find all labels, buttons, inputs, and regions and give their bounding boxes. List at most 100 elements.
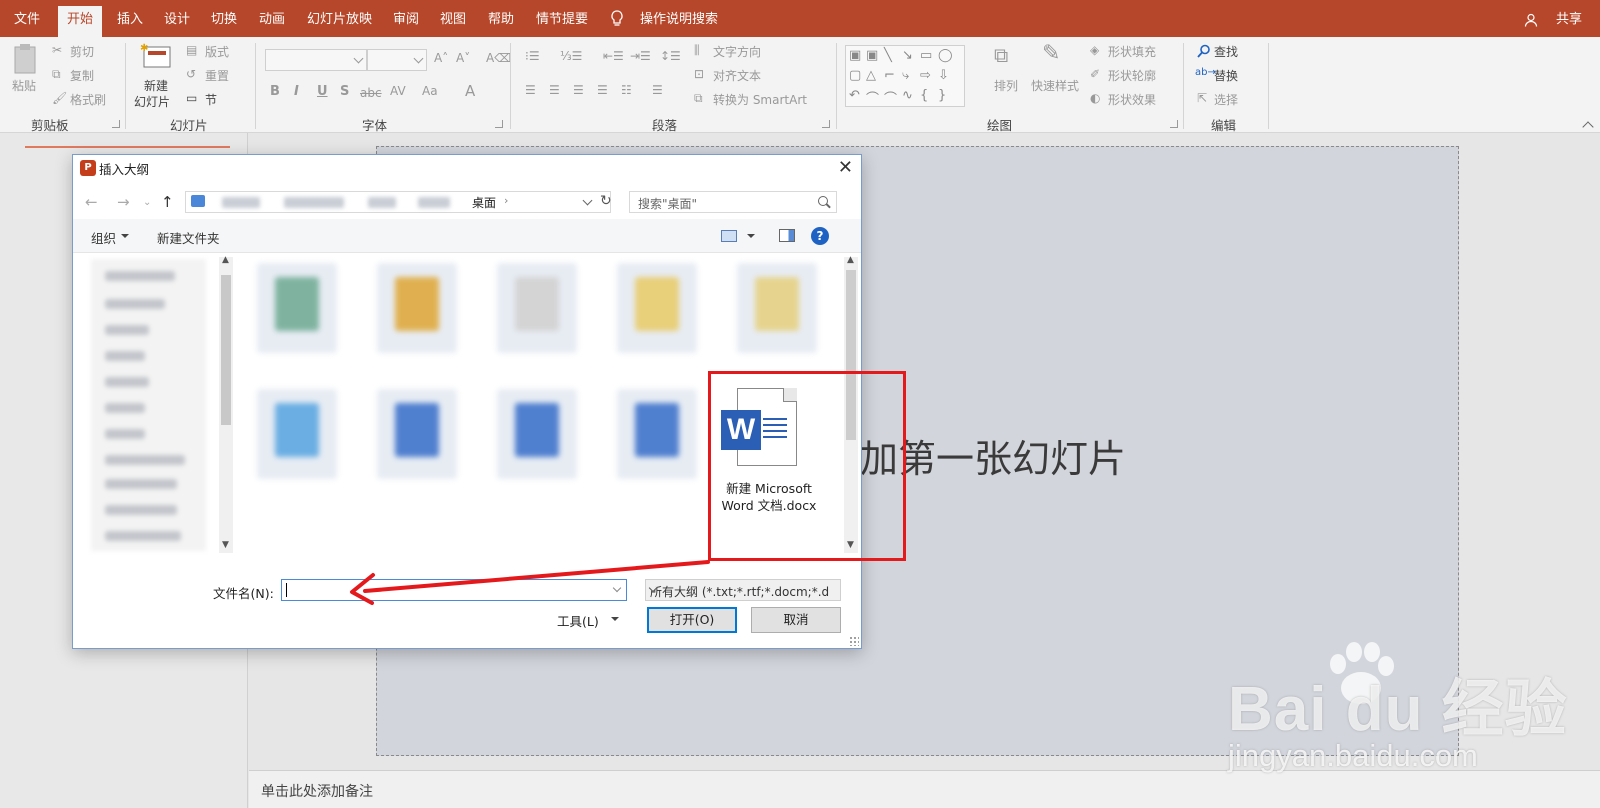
tab-home[interactable]: 开始 xyxy=(58,6,103,37)
tell-me-search[interactable]: 操作说明搜索 xyxy=(640,0,718,37)
preview-pane-icon[interactable] xyxy=(779,229,795,242)
oval-shape-icon[interactable]: ◯ xyxy=(938,48,953,63)
address-bar[interactable]: 桌面 › ↻ xyxy=(185,191,612,213)
tab-animations[interactable]: 动画 xyxy=(259,0,285,37)
replace-button[interactable]: 替换 xyxy=(1214,67,1238,84)
align-right-icon[interactable]: ☰ xyxy=(573,83,584,97)
tab-storyboard[interactable]: 情节提要 xyxy=(536,0,588,37)
new-slide-label-1[interactable]: 新建 xyxy=(144,77,168,94)
rectangle-shape-icon[interactable]: ▭ xyxy=(920,48,932,63)
up-arrow-icon[interactable]: ↑ xyxy=(161,193,174,211)
numbering-icon[interactable]: ⅓☰ xyxy=(560,49,582,63)
curve-shape-icon[interactable]: ↶ xyxy=(849,88,860,103)
select-button[interactable]: 选择 xyxy=(1214,91,1238,108)
font-launcher[interactable] xyxy=(495,120,503,128)
decrease-indent-icon[interactable]: ⇤☰ xyxy=(603,49,624,63)
help-icon[interactable]: ? xyxy=(811,227,829,245)
new-folder-button[interactable]: 新建文件夹 xyxy=(157,228,220,247)
change-view-icon[interactable] xyxy=(721,230,737,242)
nav-pane-scroll-thumb[interactable] xyxy=(221,275,231,425)
recent-locations-icon[interactable]: ⌄ xyxy=(143,197,151,208)
arc-shape-icon[interactable]: ⌒ xyxy=(884,88,897,107)
collapse-ribbon-icon[interactable] xyxy=(1582,121,1594,133)
address-dropdown-icon[interactable] xyxy=(582,195,593,206)
clipboard-launcher[interactable] xyxy=(112,120,120,128)
file-type-filter[interactable]: 所有大纲 (*.txt;*.rtf;*.docm;*.d xyxy=(645,579,841,601)
increase-indent-icon[interactable]: ⇥☰ xyxy=(630,49,651,63)
tools-button[interactable]: 工具(L) xyxy=(557,611,599,630)
underline-icon[interactable]: U xyxy=(317,84,328,99)
change-case-icon[interactable]: Aa xyxy=(422,84,438,98)
navigation-pane[interactable] xyxy=(91,259,206,551)
quick-styles-button[interactable]: 快速样式 xyxy=(1031,77,1079,94)
breadcrumb-current[interactable]: 桌面 xyxy=(472,194,496,211)
paragraph-launcher[interactable] xyxy=(822,120,830,128)
line-spacing-icon[interactable]: ↕☰ xyxy=(660,49,681,63)
tab-help[interactable]: 帮助 xyxy=(488,0,514,37)
tab-view[interactable]: 视图 xyxy=(440,0,466,37)
shape-outline-button[interactable]: 形状轮廓 xyxy=(1108,67,1156,84)
line-shape-icon[interactable]: ╲ xyxy=(884,48,892,63)
copy-button[interactable]: 复制 xyxy=(70,67,94,84)
tab-transitions[interactable]: 切换 xyxy=(211,0,237,37)
tab-file[interactable]: 文件 xyxy=(14,0,40,37)
close-button[interactable]: ✕ xyxy=(838,155,853,181)
down-arrow-shape-icon[interactable]: ⇩ xyxy=(938,68,949,83)
paste-button[interactable]: 粘贴 xyxy=(12,77,36,94)
resize-grip-icon[interactable] xyxy=(849,636,859,646)
shapes-gallery[interactable]: ▣ ▣ ╲ ↘ ▭ ◯ ▢ △ ⌐ ⤷ ⇨ ⇩ ↶ ⌒ ⌒ ∿ { } xyxy=(845,45,965,107)
elbow-connector-shape-icon[interactable]: ⤷ xyxy=(902,68,909,83)
shape-effects-button[interactable]: 形状效果 xyxy=(1108,91,1156,108)
right-brace-shape-icon[interactable]: } xyxy=(938,88,946,103)
columns-icon[interactable]: ☰ xyxy=(652,83,663,97)
connector-shape-icon[interactable]: ⌐ xyxy=(884,68,895,83)
arrange-button[interactable]: 排列 xyxy=(994,77,1018,94)
font-color-icon[interactable]: A xyxy=(465,82,475,100)
find-button[interactable]: 查找 xyxy=(1214,43,1238,60)
rounded-rect-shape-icon[interactable]: ▢ xyxy=(849,68,861,83)
tab-design[interactable]: 设计 xyxy=(164,0,190,37)
tools-dropdown-icon[interactable] xyxy=(611,617,619,621)
organize-dropdown-icon[interactable] xyxy=(121,234,129,238)
align-left-icon[interactable]: ☰ xyxy=(525,83,536,97)
layout-button[interactable]: 版式 xyxy=(205,43,229,60)
right-arrow-shape-icon[interactable]: ⇨ xyxy=(920,68,931,83)
bullets-icon[interactable]: ⁝☰ xyxy=(525,49,540,63)
distributed-icon[interactable]: ☷ xyxy=(621,83,632,97)
nav-scroll-up-icon[interactable]: ▲ xyxy=(222,255,229,265)
smartart-button[interactable]: 转换为 SmartArt xyxy=(713,91,807,108)
filename-dropdown-icon[interactable] xyxy=(612,583,622,593)
vertical-textbox-shape-icon[interactable]: ▣ xyxy=(866,48,878,63)
justify-icon[interactable]: ☰ xyxy=(597,83,608,97)
arrow-line-shape-icon[interactable]: ↘ xyxy=(902,48,913,63)
text-direction-button[interactable]: 文字方向 xyxy=(713,43,761,60)
forward-arrow-icon[interactable]: → xyxy=(117,193,130,211)
tab-review[interactable]: 审阅 xyxy=(393,0,419,37)
triangle-shape-icon[interactable]: △ xyxy=(866,68,876,83)
format-painter-button[interactable]: 格式刷 xyxy=(70,91,106,108)
file-scroll-up-icon[interactable]: ▲ xyxy=(847,255,854,265)
new-slide-button[interactable]: 幻灯片 xyxy=(134,93,170,110)
align-text-button[interactable]: 对齐文本 xyxy=(713,67,761,84)
font-name-combo[interactable] xyxy=(265,49,367,71)
bold-icon[interactable]: B xyxy=(270,84,280,99)
freeform-shape-icon[interactable]: ⌒ xyxy=(866,88,879,107)
italic-icon[interactable]: I xyxy=(294,84,299,99)
share-button[interactable]: 共享 xyxy=(1556,0,1582,40)
nav-scroll-down-icon[interactable]: ▼ xyxy=(222,540,229,550)
breadcrumb-chevron-icon[interactable]: › xyxy=(504,194,508,207)
tab-insert[interactable]: 插入 xyxy=(117,0,143,37)
section-button[interactable]: 节 xyxy=(205,91,217,108)
cancel-button[interactable]: 取消 xyxy=(751,607,841,633)
scribble-shape-icon[interactable]: ∿ xyxy=(902,88,913,103)
align-center-icon[interactable]: ☰ xyxy=(549,83,560,97)
back-arrow-icon[interactable]: ← xyxy=(85,193,98,211)
shape-fill-button[interactable]: 形状填充 xyxy=(1108,43,1156,60)
drawing-launcher[interactable] xyxy=(1170,120,1178,128)
filename-input[interactable] xyxy=(281,579,627,601)
shrink-font-icon[interactable]: A˅ xyxy=(456,51,470,65)
view-dropdown-icon[interactable] xyxy=(747,234,755,238)
clear-format-icon[interactable]: A⌫ xyxy=(486,51,511,65)
char-spacing-icon[interactable]: AV xyxy=(390,84,406,98)
open-button[interactable]: 打开(O) xyxy=(647,607,737,633)
